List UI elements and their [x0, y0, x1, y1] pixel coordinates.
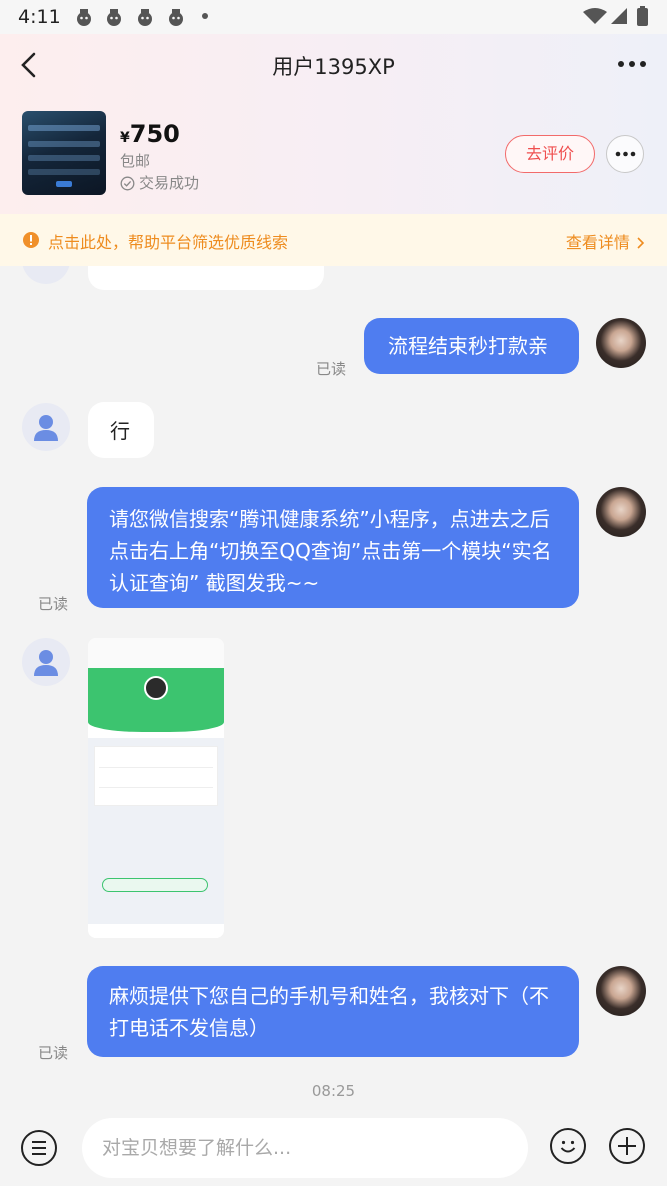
chevron-right-icon: [637, 237, 645, 249]
product-price: ¥750: [120, 120, 180, 148]
plus-icon: [618, 1137, 636, 1155]
product-menu-button[interactable]: [606, 135, 644, 173]
status-bar: 4:11: [0, 0, 667, 34]
message-bubble[interactable]: 麻烦提供下您自己的手机号和姓名，我核对下（不打电话不发信息）: [87, 966, 579, 1057]
product-thumbnail[interactable]: [22, 111, 106, 195]
read-receipt: 已读: [38, 595, 69, 613]
message-text: 请您微信搜索“腾讯健康系统”小程序，点进去之后点击右上角“切换至QQ查询”点击第…: [109, 507, 552, 595]
status-time: 4:11: [18, 6, 61, 28]
input-bar: [0, 1110, 667, 1186]
message-text: 麻烦提供下您自己的手机号和姓名，我核对下（不打电话不发信息）: [109, 984, 549, 1040]
notice-bar[interactable]: 点击此处，帮助平台筛选优质线索 查看详情: [0, 214, 667, 266]
avatar[interactable]: [22, 266, 70, 284]
add-button[interactable]: [609, 1128, 645, 1164]
chat-messages[interactable]: 已读 流程结束秒打款亲 行 已读 请您微信搜索“腾讯健康系统”小程序，点进去之后…: [0, 266, 667, 1110]
read-receipt: 已读: [38, 1044, 69, 1062]
more-notifications-dot: [202, 13, 208, 19]
notice-text: 点击此处，帮助平台筛选优质线索: [48, 233, 289, 252]
app-notification-icon: [169, 9, 183, 26]
notice-details-link[interactable]: 查看详情: [566, 229, 645, 253]
avatar[interactable]: [22, 403, 70, 451]
alert-icon: [23, 232, 39, 248]
message-bubble-partial[interactable]: [88, 266, 324, 290]
chat-header: 用户1395XP ¥750 包邮 交易成功 去评价: [0, 34, 667, 214]
shipping-label: 包邮: [120, 152, 151, 170]
check-circle-icon: [120, 176, 135, 191]
notice-link-label: 查看详情: [565, 233, 630, 252]
read-receipt: 已读: [316, 360, 347, 378]
message-bubble[interactable]: 流程结束秒打款亲: [364, 318, 579, 374]
message-text: 流程结束秒打款亲: [388, 334, 548, 358]
more-options-icon[interactable]: [617, 56, 647, 72]
user-avatar-icon: [34, 650, 58, 676]
message-bubble[interactable]: 行: [88, 402, 154, 458]
app-notification-icon: [107, 9, 121, 26]
menu-lines-icon: [32, 1141, 46, 1155]
avatar[interactable]: [596, 318, 646, 368]
chat-title: 用户1395XP: [272, 55, 395, 79]
review-button[interactable]: 去评价: [505, 135, 595, 173]
avatar[interactable]: [596, 487, 646, 537]
message-text: 行: [110, 419, 130, 443]
message-timestamp: 08:25: [311, 1082, 356, 1100]
deal-status: 交易成功: [120, 172, 199, 193]
price-value: 750: [129, 120, 180, 148]
more-dots-icon: [615, 151, 636, 157]
message-bubble[interactable]: 请您微信搜索“腾讯健康系统”小程序，点进去之后点击右上角“切换至QQ查询”点击第…: [87, 487, 579, 608]
emoji-button[interactable]: [550, 1128, 586, 1164]
emoji-icon: [560, 1140, 576, 1153]
user-avatar-icon: [34, 415, 58, 441]
avatar[interactable]: [596, 966, 646, 1016]
app-notification-icon: [138, 9, 152, 26]
signal-battery-icons: [583, 6, 648, 26]
app-notification-icon: [77, 9, 91, 26]
message-input[interactable]: [82, 1118, 528, 1178]
image-message[interactable]: [88, 638, 224, 938]
menu-button[interactable]: [21, 1130, 57, 1166]
deal-status-text: 交易成功: [139, 174, 200, 192]
avatar[interactable]: [22, 638, 70, 686]
currency-symbol: ¥: [120, 130, 130, 146]
